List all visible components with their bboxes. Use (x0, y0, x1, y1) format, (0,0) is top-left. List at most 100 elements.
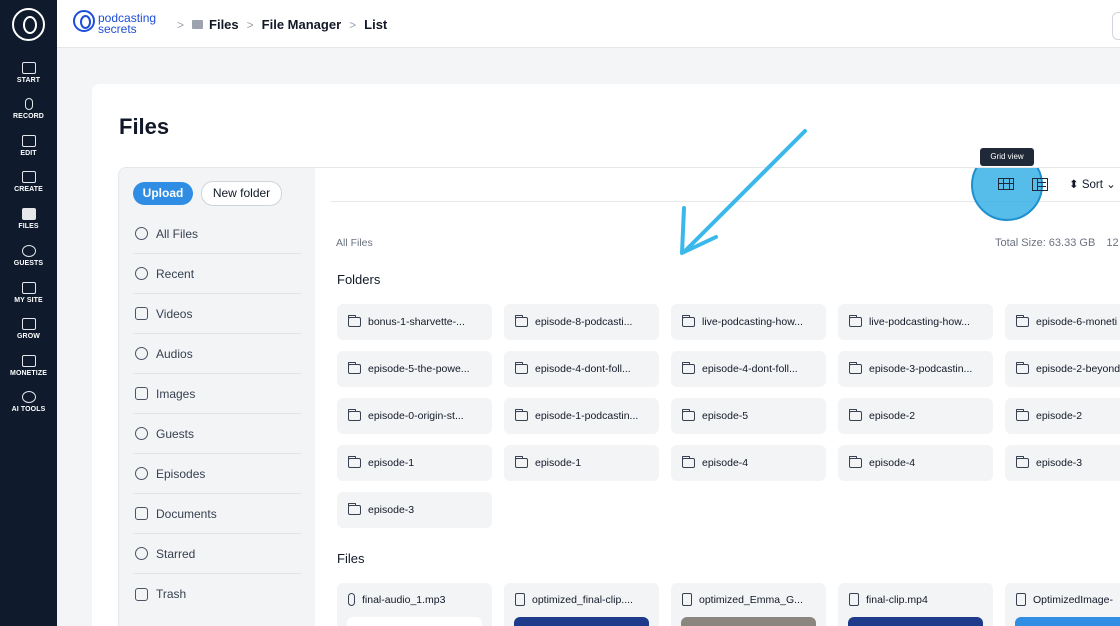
folder-tile[interactable]: episode-0-origin-st... (337, 398, 492, 434)
folder-tile[interactable]: episode-4-dont-foll... (504, 351, 659, 387)
folder-name: episode-8-podcasti... (535, 316, 633, 328)
folder-tile[interactable]: live-podcasting-how... (838, 304, 993, 340)
sidebar-item-starred[interactable]: Starred (133, 534, 301, 574)
folder-tile[interactable]: episode-1-podcastin... (504, 398, 659, 434)
breadcrumb-files[interactable]: Files (209, 17, 239, 32)
rail-item-files[interactable]: FILES (0, 208, 57, 230)
sidebar-item-videos[interactable]: Videos (133, 294, 301, 334)
new-folder-button[interactable]: New folder (201, 181, 282, 206)
folder-name: episode-5-the-powe... (368, 363, 470, 375)
folder-name: episode-3-podcastin... (869, 363, 973, 375)
folder-tile[interactable]: episode-5-the-powe... (337, 351, 492, 387)
site-icon (21, 282, 36, 294)
clock-icon (135, 267, 148, 280)
folder-tile[interactable]: episode-4-dont-foll... (671, 351, 826, 387)
folder-icon (348, 456, 361, 468)
folder-name: episode-4 (869, 457, 916, 469)
folder-name: episode-3 (368, 504, 415, 516)
folder-icon (515, 456, 528, 468)
brand-name-line2: secrets (98, 22, 137, 36)
sidebar-item-recent[interactable]: Recent (133, 254, 301, 294)
sort-dropdown[interactable]: ⬍ Sort ⌄ (1069, 177, 1116, 191)
folder-tile[interactable]: episode-2-beyond (1005, 351, 1120, 387)
folder-icon (348, 362, 361, 374)
rail-item-ai-tools[interactable]: AI TOOLS (0, 391, 57, 413)
left-rail: START RECORD EDIT CREATE FILES GUESTS MY… (0, 0, 57, 626)
folder-tile[interactable]: episode-6-moneti (1005, 304, 1120, 340)
episode-icon (135, 467, 148, 480)
sidebar-item-documents[interactable]: Documents (133, 494, 301, 534)
upload-button[interactable]: Upload (133, 182, 193, 205)
rail-label: GUESTS (13, 260, 44, 267)
app-logo-icon[interactable] (12, 8, 45, 41)
folder-icon (682, 315, 695, 327)
folder-icon (348, 503, 361, 515)
folder-icon (348, 409, 361, 421)
file-tile[interactable]: optimized_final-clip.... (504, 583, 659, 626)
rail-item-grow[interactable]: GROW (0, 318, 57, 340)
rail-label: CREATE (14, 186, 43, 193)
rail-label: GROW (17, 333, 40, 340)
file-tile[interactable]: OptimizedImage- (1005, 583, 1120, 626)
sidebar-item-images[interactable]: Images (133, 374, 301, 414)
rail-item-create[interactable]: CREATE (0, 171, 57, 193)
folder-tile[interactable]: episode-1 (504, 445, 659, 481)
file-tile[interactable]: optimized_Emma_G... (671, 583, 826, 626)
folder-name: episode-1 (535, 457, 582, 469)
folder-tile[interactable]: episode-1 (337, 445, 492, 481)
ai-tools-icon (21, 391, 36, 403)
folder-tile[interactable]: episode-4 (838, 445, 993, 481)
folder-icon (1016, 409, 1029, 421)
rail-item-monetize[interactable]: MONETIZE (0, 355, 57, 377)
folder-tile[interactable]: episode-5 (671, 398, 826, 434)
folder-tile[interactable]: bonus-1-sharvette-... (337, 304, 492, 340)
file-thumbnail (1015, 617, 1120, 626)
folder-tile[interactable]: episode-8-podcasti... (504, 304, 659, 340)
rail-label: START (16, 77, 41, 84)
folder-tile[interactable]: episode-2 (838, 398, 993, 434)
breadcrumb-file-manager[interactable]: File Manager (262, 17, 341, 32)
folder-name: episode-0-origin-st... (368, 410, 464, 422)
folder-name: episode-4-dont-foll... (535, 363, 631, 375)
file-name: final-clip.mp4 (866, 593, 928, 606)
folder-icon (682, 456, 695, 468)
file-tile-header: OptimizedImage- (1016, 593, 1113, 606)
create-icon (21, 171, 36, 183)
files-icon (21, 208, 36, 220)
header-action-button[interactable] (1112, 12, 1120, 40)
list-view-icon[interactable] (1032, 178, 1048, 191)
rail-label: MONETIZE (10, 370, 47, 377)
file-tile[interactable]: final-audio_1.mp3 (337, 583, 492, 626)
chevron-right-icon: > (177, 17, 185, 32)
folder-tile[interactable]: episode-2 (1005, 398, 1120, 434)
rail-item-my-site[interactable]: MY SITE (0, 282, 57, 304)
folder-name: episode-1-podcastin... (535, 410, 639, 422)
folder-tile[interactable]: episode-3 (1005, 445, 1120, 481)
folder-tile[interactable]: live-podcasting-how... (671, 304, 826, 340)
sidebar-item-all-files[interactable]: All Files (133, 214, 301, 254)
sidebar-item-label: Episodes (156, 466, 206, 481)
folder-name: episode-2-beyond (1036, 363, 1120, 375)
sidebar-item-guests[interactable]: Guests (133, 414, 301, 454)
file-tile[interactable]: final-clip.mp4 (838, 583, 993, 626)
start-icon (21, 62, 36, 74)
folder-name: episode-3 (1036, 457, 1083, 469)
folder-tile[interactable]: episode-3 (337, 492, 492, 528)
folder-name: episode-6-moneti (1036, 316, 1118, 328)
sidebar-item-label: Videos (156, 306, 193, 321)
sidebar-item-episodes[interactable]: Episodes (133, 454, 301, 494)
top-bar: podcasting secrets > Files > File Manage… (57, 0, 1120, 48)
rail-item-edit[interactable]: EDIT (0, 135, 57, 157)
sidebar-item-trash[interactable]: Trash (133, 574, 301, 614)
microphone-icon (24, 98, 33, 110)
rail-item-record[interactable]: RECORD (0, 98, 57, 120)
rail-item-guests[interactable]: GUESTS (0, 245, 57, 267)
folder-icon (849, 456, 862, 468)
rail-item-start[interactable]: START (0, 62, 57, 84)
folder-tile[interactable]: episode-4 (671, 445, 826, 481)
file-tile-header: optimized_Emma_G... (682, 593, 803, 606)
sidebar-item-audios[interactable]: Audios (133, 334, 301, 374)
video-file-icon (849, 593, 859, 606)
grid-view-button[interactable] (971, 168, 1043, 221)
folder-tile[interactable]: episode-3-podcastin... (838, 351, 993, 387)
